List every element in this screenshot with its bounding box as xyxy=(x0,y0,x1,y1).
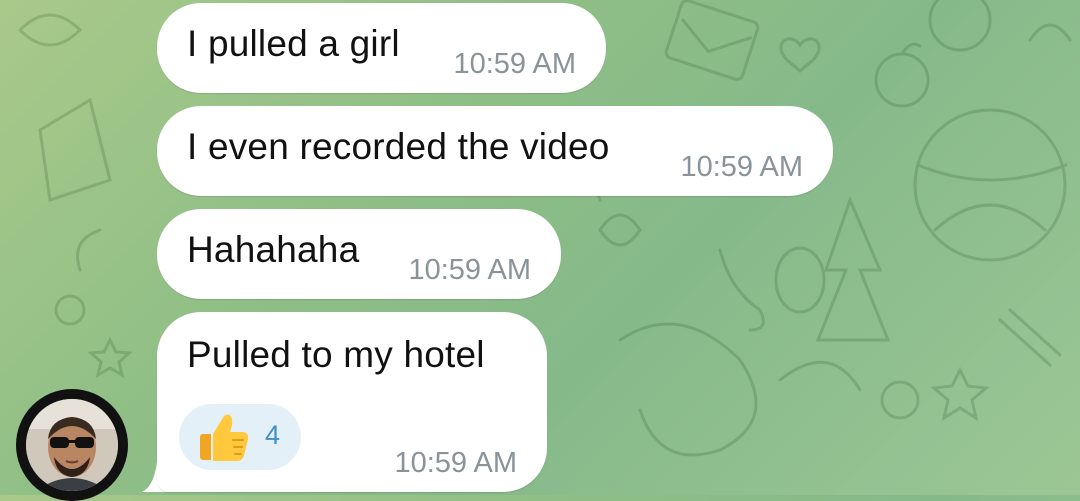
message-text: I even recorded the video xyxy=(187,126,610,167)
message-text: Pulled to my hotel xyxy=(187,334,485,375)
avatar[interactable] xyxy=(16,389,128,501)
reaction-count: 4 xyxy=(265,420,281,450)
message-timestamp: 10:59 AM xyxy=(394,447,517,479)
person-with-sunglasses-icon xyxy=(26,399,118,491)
message-bubble[interactable]: Pulled to my hotel 4 10:59 AM xyxy=(157,312,547,492)
message-bubble[interactable]: Hahahaha 10:59 AM xyxy=(157,209,561,299)
message-timestamp: 10:59 AM xyxy=(408,254,531,286)
message-bubble[interactable]: I pulled a girl 10:59 AM xyxy=(157,3,606,93)
message-bubble[interactable]: I even recorded the video 10:59 AM xyxy=(157,106,833,196)
thumbs-up-icon xyxy=(200,414,249,461)
message-text: Hahahaha xyxy=(187,229,360,270)
reaction-chip[interactable]: 4 xyxy=(179,404,301,470)
message-text: I pulled a girl xyxy=(187,23,400,64)
message-timestamp: 10:59 AM xyxy=(453,48,576,80)
message-timestamp: 10:59 AM xyxy=(680,151,803,183)
